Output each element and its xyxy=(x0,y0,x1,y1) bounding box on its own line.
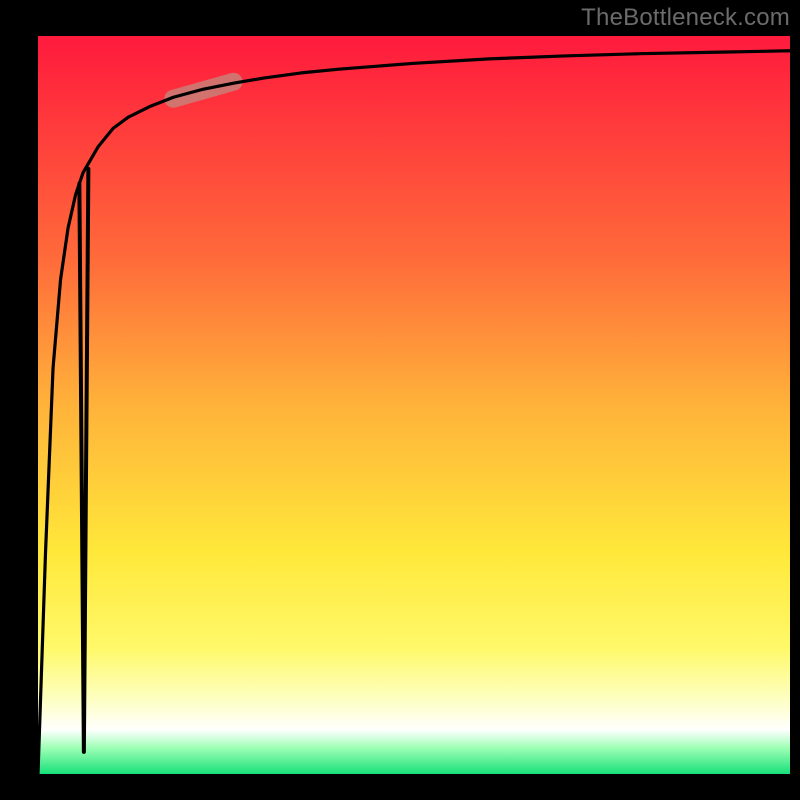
chart-container: TheBottleneck.com xyxy=(0,0,800,800)
watermark-label: TheBottleneck.com xyxy=(581,4,790,32)
chart-svg xyxy=(0,0,800,800)
plot-background xyxy=(38,36,790,774)
